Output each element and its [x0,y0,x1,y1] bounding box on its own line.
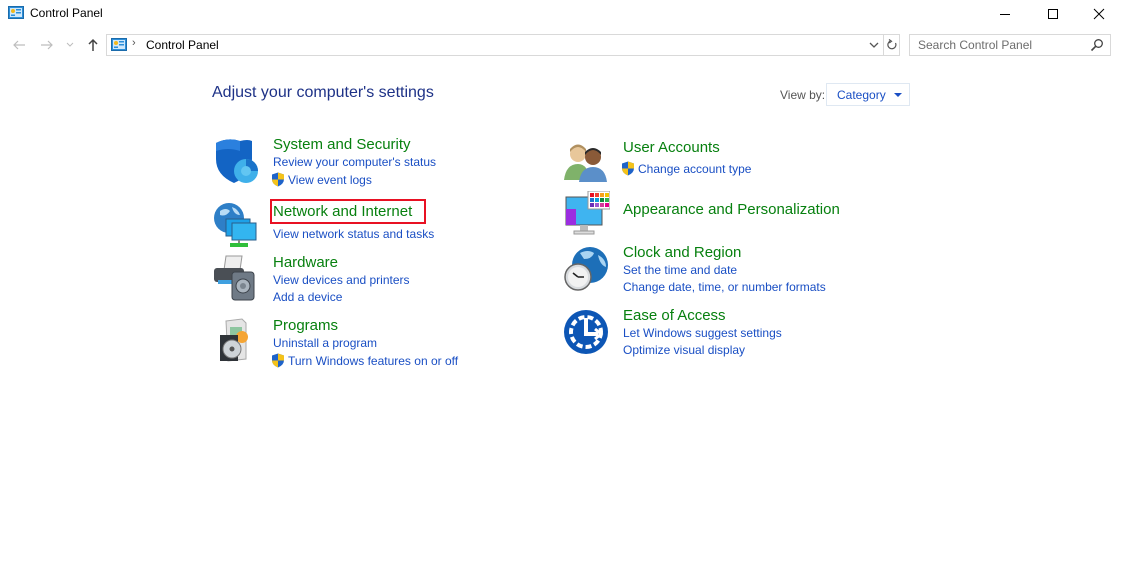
chevron-down-icon [66,42,74,47]
caret-down-icon [893,92,902,97]
link-turn-windows-features[interactable]: Turn Windows features on or off [271,353,458,368]
network-globe-icon [214,203,257,247]
uac-shield-icon [272,172,284,187]
up-button[interactable] [84,36,102,54]
category-title-clock-and-region[interactable]: Clock and Region [623,244,741,261]
program-disc-icon [220,318,248,362]
link-add-a-device[interactable]: Add a device [273,290,342,304]
minimize-icon [1000,14,1010,15]
link-review-computer-status[interactable]: Review your computer's status [273,155,436,169]
search-icon[interactable] [1090,38,1104,52]
arrow-left-icon [13,40,25,50]
category-title-user-accounts[interactable]: User Accounts [623,139,720,156]
arrow-up-icon [88,38,98,51]
category-title-hardware[interactable]: Hardware [273,254,338,271]
arrow-right-icon [41,40,53,50]
ease-of-access-icon [564,310,608,354]
refresh-icon [887,39,897,50]
close-button[interactable] [1076,0,1121,28]
maximize-icon [1048,9,1058,19]
link-view-event-logs[interactable]: View event logs [271,172,372,187]
link-view-devices-and-printers[interactable]: View devices and printers [273,273,410,287]
link-change-account-type[interactable]: Change account type [621,161,751,176]
monitor-palette-icon [565,191,610,235]
link-label: Turn Windows features on or off [288,353,459,368]
link-label: Change account type [638,161,752,176]
category-title-system-and-security[interactable]: System and Security [273,136,411,153]
link-let-windows-suggest-settings[interactable]: Let Windows suggest settings [623,326,782,340]
link-label: View event logs [288,172,372,187]
users-icon [564,144,607,182]
uac-shield-icon [272,353,284,368]
refresh-button[interactable] [883,35,900,55]
link-optimize-visual-display[interactable]: Optimize visual display [623,343,745,357]
view-by-value: Category [837,87,886,102]
address-bar[interactable]: › Control Panel [106,34,900,56]
view-by-dropdown[interactable]: Category [826,83,910,106]
forward-button[interactable] [38,36,56,54]
globe-clock-icon [564,247,608,291]
category-title-programs[interactable]: Programs [273,317,338,334]
search-box[interactable] [909,34,1111,56]
maximize-button[interactable] [1030,0,1076,28]
search-input[interactable] [910,35,1086,55]
shield-chart-icon [216,139,258,183]
chevron-down-icon [869,42,879,48]
link-set-time-and-date[interactable]: Set the time and date [623,263,737,277]
address-dropdown-button[interactable] [865,35,883,55]
control-panel-icon [111,38,127,51]
breadcrumb-separator-icon[interactable]: › [132,37,136,49]
link-uninstall-a-program[interactable]: Uninstall a program [273,336,377,350]
category-title-appearance-and-personalization[interactable]: Appearance and Personalization [623,201,840,218]
highlight-box [270,199,426,224]
link-view-network-status[interactable]: View network status and tasks [273,227,434,241]
view-by-label: View by: [780,88,826,102]
breadcrumb-control-panel[interactable]: Control Panel [146,38,219,52]
minimize-button[interactable] [982,0,1028,28]
category-title-ease-of-access[interactable]: Ease of Access [623,307,726,324]
back-button[interactable] [10,36,28,54]
recent-locations-button[interactable] [64,36,76,54]
uac-shield-icon [622,161,634,176]
close-icon [1093,8,1105,20]
link-change-date-time-formats[interactable]: Change date, time, or number formats [623,280,826,294]
page-title: Adjust your computer's settings [212,84,434,101]
title-bar: Control Panel [0,0,1121,28]
printer-speaker-icon [214,255,255,301]
control-panel-icon [8,6,24,19]
window-title: Control Panel [30,6,103,20]
